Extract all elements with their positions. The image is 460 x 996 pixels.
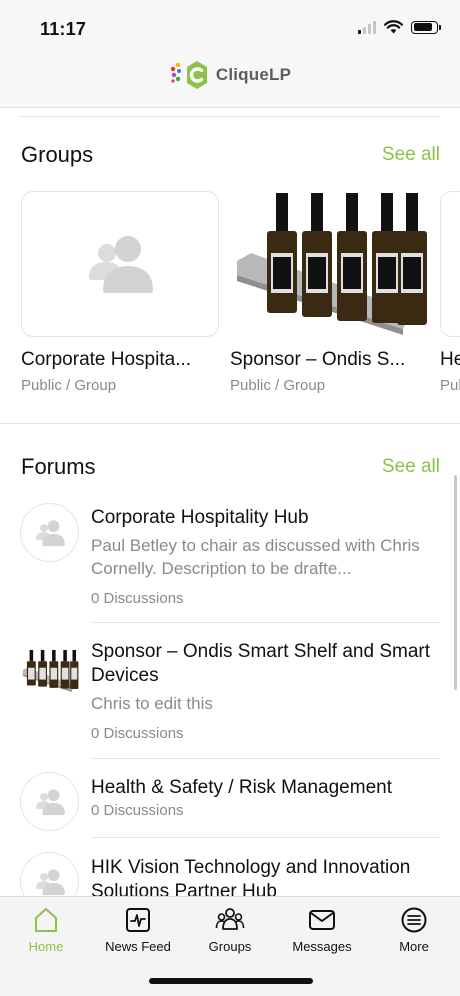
forum-list-item[interactable]: Health & Safety / Risk Management 0 Disc… (20, 772, 440, 842)
group-card[interactable]: He Pul (440, 191, 460, 394)
forum-list-item[interactable]: Corporate Hospitality Hub Paul Betley to… (20, 503, 440, 623)
forum-avatar (20, 641, 79, 700)
tab-more[interactable]: More (368, 905, 460, 954)
forum-list-item[interactable]: Sponsor – Ondis Smart Shelf and Smart De… (20, 638, 440, 758)
cliquelp-logo-icon (170, 61, 207, 89)
wifi-icon (384, 20, 403, 34)
groups-section-title: Groups (21, 142, 94, 167)
brand-name: CliqueLP (215, 65, 292, 84)
news-feed-icon (126, 908, 150, 932)
forum-description: Chris to edit this (91, 694, 213, 713)
forum-list-item[interactable]: HIK Vision Technology and Innovation Sol… (20, 852, 440, 896)
forum-avatar (20, 503, 79, 562)
status-time: 11:17 (40, 19, 87, 39)
forum-discussion-count: 0 Discussions (91, 590, 184, 607)
group-card-name: He (440, 349, 460, 370)
groups-section-header: Groups See all (21, 142, 440, 168)
divider (20, 116, 440, 117)
tab-label: Home (28, 939, 64, 954)
divider (91, 837, 440, 838)
scrollbar[interactable] (454, 475, 457, 690)
cellular-signal-icon (358, 20, 376, 34)
bottle-shelf-photo (22, 649, 78, 692)
group-card-image (230, 191, 428, 337)
group-card[interactable]: Corporate Hospita... Public / Group (21, 191, 219, 394)
groups-see-all-link[interactable]: See all (382, 144, 440, 166)
forum-title: Corporate Hospitality Hub (91, 507, 309, 528)
forum-title: HIK Vision Technology and Innovation Sol… (91, 857, 411, 896)
forum-avatar (20, 852, 79, 896)
tab-news-feed[interactable]: News Feed (92, 905, 184, 954)
groups-carousel[interactable]: Corporate Hospita... Public / Group Spon… (21, 191, 460, 394)
tab-label: More (399, 939, 429, 954)
divider (91, 622, 440, 623)
tab-label: Groups (208, 939, 252, 954)
groups-icon (215, 908, 245, 930)
group-card-meta: Public / Group (230, 377, 326, 394)
tab-messages[interactable]: Messages (276, 905, 368, 954)
group-card-name: Corporate Hospita... (21, 349, 192, 370)
group-placeholder-icon (35, 788, 65, 815)
group-placeholder-icon (35, 868, 65, 895)
home-icon (35, 908, 57, 932)
group-card-image (440, 191, 460, 337)
tab-groups[interactable]: Groups (184, 905, 276, 954)
group-card[interactable]: Sponsor – Ondis S... Public / Group (230, 191, 428, 394)
forum-discussion-count: 0 Discussions (91, 725, 184, 742)
forum-description: Paul Betley to chair as discussed with C… (91, 536, 420, 578)
home-feed[interactable]: Groups See all Corporate Hospita... Publ… (0, 108, 460, 896)
brand-logo: CliqueLP (0, 60, 460, 90)
divider (0, 423, 460, 424)
group-placeholder-icon (89, 236, 153, 293)
menu-list-icon (401, 907, 427, 933)
forums-section-header: Forums See all (21, 454, 440, 480)
app-header: 11:17 CliqueLP (0, 0, 460, 108)
group-card-image (21, 191, 219, 337)
forum-discussion-count: 0 Discussions (91, 802, 184, 819)
forum-avatar (20, 772, 79, 831)
divider (91, 758, 440, 759)
forums-see-all-link[interactable]: See all (382, 456, 440, 478)
battery-icon (411, 20, 441, 34)
tab-home[interactable]: Home (0, 905, 92, 954)
status-icons (358, 20, 441, 34)
bottle-shelf-photo (237, 193, 427, 335)
group-card-meta: Pul (440, 377, 460, 394)
tab-label: News Feed (105, 939, 171, 954)
home-indicator[interactable] (149, 978, 313, 984)
forums-section-title: Forums (21, 454, 96, 479)
group-placeholder-icon (35, 519, 65, 546)
forum-title: Health & Safety / Risk Management (91, 777, 392, 798)
mail-icon (309, 910, 335, 930)
group-card-meta: Public / Group (21, 377, 117, 394)
group-card-name: Sponsor – Ondis S... (230, 349, 406, 370)
forum-title: Sponsor – Ondis Smart Shelf and Smart De… (91, 641, 430, 686)
tab-label: Messages (292, 939, 352, 954)
